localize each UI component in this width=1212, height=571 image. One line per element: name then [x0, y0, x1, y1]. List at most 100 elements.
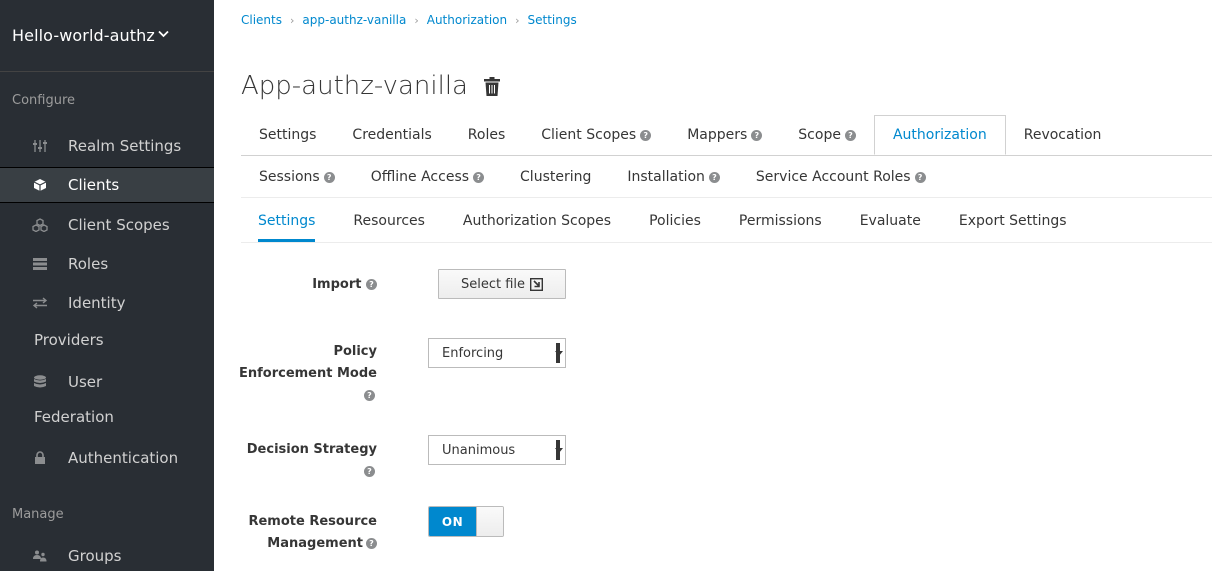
sidebar-item-identity-providers[interactable]: Identity: [0, 285, 214, 321]
tab-offline-access[interactable]: Offline Access?: [353, 157, 502, 197]
remote-resource-management-toggle[interactable]: ON: [428, 506, 504, 537]
subtab-label: Authorization Scopes: [462, 213, 612, 229]
sidebar-item-label: Client Scopes: [68, 216, 170, 234]
tab-service-account-roles[interactable]: Service Account Roles?: [738, 157, 944, 197]
tab-label: Roles: [467, 127, 506, 143]
sidebar-item-clients[interactable]: Clients: [0, 167, 214, 203]
help-icon[interactable]: ?: [751, 129, 763, 141]
help-icon[interactable]: ?: [323, 171, 335, 183]
subtab-authorization-scopes[interactable]: Authorization Scopes: [444, 200, 630, 242]
manage-header: Manage: [12, 507, 64, 522]
tab-label: Credentials: [352, 127, 432, 143]
decision-strategy-select[interactable]: Unanimous: [428, 435, 566, 465]
breadcrumb-separator: ›: [290, 13, 295, 27]
tab-sessions[interactable]: Sessions?: [241, 157, 353, 197]
tab-settings[interactable]: Settings: [241, 115, 334, 155]
tab-roles[interactable]: Roles: [450, 115, 523, 155]
help-icon[interactable]: ?: [473, 171, 485, 183]
tab-label: Revocation: [1023, 127, 1102, 143]
page-title: App-authz-vanilla: [241, 71, 500, 101]
sidebar-item-client-scopes[interactable]: Client Scopes: [0, 207, 214, 243]
sidebar-item-label: Clients: [68, 176, 120, 194]
label-text: Decision Strategy: [246, 442, 377, 457]
help-icon[interactable]: ?: [366, 279, 377, 290]
list-icon: [30, 258, 50, 270]
sidebar-item-label: Authentication: [68, 449, 179, 467]
policy-enforcement-mode-select[interactable]: Enforcing: [428, 338, 566, 368]
sidebar-item-roles[interactable]: Roles: [0, 246, 214, 282]
page-title-text: App-authz-vanilla: [241, 71, 468, 101]
sidebar-item-label-continued[interactable]: Federation: [34, 408, 114, 426]
tab-scope[interactable]: Scope?: [780, 115, 874, 155]
breadcrumb-separator: ›: [414, 13, 419, 27]
breadcrumb-client[interactable]: app-authz-vanilla: [302, 13, 406, 27]
tab-client-scopes[interactable]: Client Scopes?: [523, 115, 669, 155]
tab-authorization[interactable]: Authorization: [873, 115, 1006, 155]
help-icon[interactable]: ?: [914, 171, 926, 183]
toggle-knob: [476, 507, 503, 536]
dropdown-arrow-icon: [551, 339, 565, 367]
breadcrumb-clients[interactable]: Clients: [241, 13, 282, 27]
sidebar: Hello-world-authz Configure Realm Settin…: [0, 0, 214, 571]
decision-strategy-label: Decision Strategy ?: [247, 439, 377, 483]
help-icon[interactable]: ?: [366, 538, 377, 549]
sidebar-item-label-continued[interactable]: Providers: [34, 331, 104, 349]
tab-mappers[interactable]: Mappers?: [669, 115, 780, 155]
import-icon: [530, 277, 544, 291]
remote-resource-management-label: Remote Resource Management?: [248, 511, 377, 555]
label-text: Policy: [333, 344, 377, 359]
subtab-evaluate[interactable]: Evaluate: [841, 200, 940, 242]
sidebar-item-authentication[interactable]: Authentication: [0, 440, 214, 476]
subtab-label: Policies: [649, 213, 701, 229]
tab-label: Service Account Roles: [755, 169, 911, 185]
realm-name: Hello-world-authz: [12, 26, 155, 45]
tab-revocation[interactable]: Revocation: [1006, 115, 1120, 155]
cube-icon: [30, 178, 50, 192]
tab-installation[interactable]: Installation?: [609, 157, 738, 197]
sliders-icon: [30, 139, 50, 153]
tab-label: Sessions: [259, 169, 320, 185]
subtab-settings[interactable]: Settings: [241, 200, 334, 242]
client-tabs-row-2: Sessions? Offline Access? Clustering Ins…: [241, 157, 944, 197]
help-icon[interactable]: ?: [708, 171, 720, 183]
sidebar-item-user-federation[interactable]: User: [0, 364, 214, 400]
subtabs-divider: [241, 242, 1212, 243]
tab-label: Client Scopes: [541, 127, 637, 143]
help-icon[interactable]: ?: [640, 129, 652, 141]
breadcrumb-authorization[interactable]: Authorization: [427, 13, 507, 27]
subtab-policies[interactable]: Policies: [630, 200, 720, 242]
trash-icon[interactable]: [484, 76, 500, 96]
select-file-button[interactable]: Select file: [438, 269, 566, 299]
breadcrumb-separator: ›: [515, 13, 520, 27]
help-icon[interactable]: ?: [364, 466, 375, 477]
subtab-export-settings[interactable]: Export Settings: [940, 200, 1086, 242]
label-text: Enforcement Mode: [238, 366, 377, 381]
subtab-label: Permissions: [738, 213, 822, 229]
help-icon[interactable]: ?: [844, 129, 856, 141]
sidebar-item-groups[interactable]: Groups: [0, 538, 214, 571]
configure-header: Configure: [12, 93, 76, 108]
tab-clustering[interactable]: Clustering: [502, 157, 609, 197]
button-label: Select file: [460, 276, 526, 292]
database-icon: [30, 375, 50, 389]
help-icon[interactable]: ?: [364, 390, 375, 401]
sidebar-item-realm-settings[interactable]: Realm Settings: [0, 128, 214, 164]
label-text: Management: [267, 536, 363, 551]
tab-label: Mappers: [687, 127, 748, 143]
sidebar-item-label: User: [68, 373, 103, 391]
sidebar-item-label: Groups: [68, 547, 122, 565]
breadcrumb: Clients › app-authz-vanilla › Authorizat…: [241, 13, 577, 27]
tab-credentials[interactable]: Credentials: [334, 115, 449, 155]
sidebar-item-label: Realm Settings: [68, 137, 182, 155]
import-label: Import ?: [312, 274, 377, 296]
sidebar-item-label: Roles: [68, 255, 109, 273]
tab-label: Offline Access: [370, 169, 470, 185]
subtab-resources[interactable]: Resources: [334, 200, 444, 242]
breadcrumb-settings[interactable]: Settings: [528, 13, 577, 27]
tab-label: Clustering: [520, 169, 592, 185]
toggle-on-label: ON: [429, 507, 476, 536]
realm-selector[interactable]: Hello-world-authz: [0, 0, 214, 72]
subtab-label: Resources: [353, 213, 425, 229]
subtab-permissions[interactable]: Permissions: [720, 200, 841, 242]
label-text: Import: [312, 277, 362, 292]
